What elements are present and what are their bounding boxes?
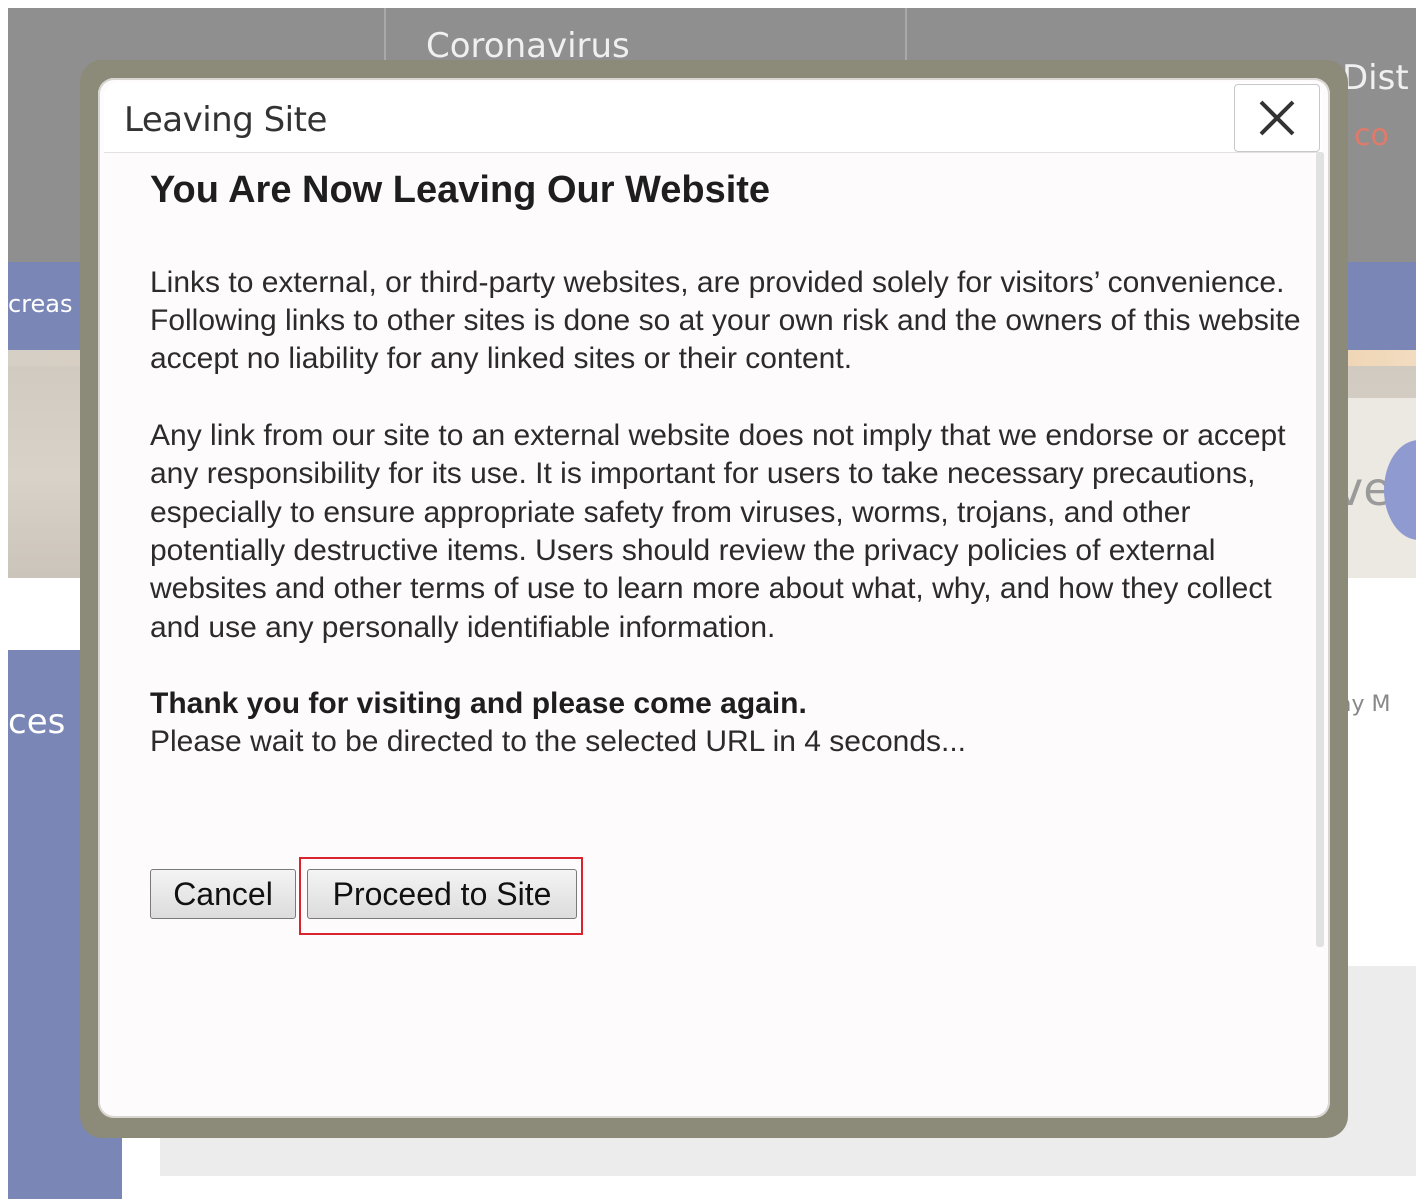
disclaimer-paragraph-1: Links to external, or third-party websit… — [150, 265, 1301, 376]
highlight-box — [299, 857, 583, 935]
cancel-button[interactable]: Cancel — [150, 869, 296, 919]
close-icon — [1259, 100, 1295, 136]
redirect-notice: Please wait to be directed to the select… — [150, 725, 967, 759]
dialog-body: You Are Now Leaving Our Website Links to… — [150, 168, 1310, 761]
announcement-text: creas — [8, 290, 73, 318]
dialog-heading: You Are Now Leaving Our Website — [150, 169, 771, 211]
dialog-scrollbar[interactable] — [1316, 152, 1324, 947]
sidebar-title: ces — [8, 702, 66, 742]
nav-item-partial[interactable]: Dist — [1342, 58, 1409, 98]
nav-item-sublabel: co — [1354, 118, 1389, 153]
close-button[interactable] — [1234, 84, 1320, 152]
disclaimer-paragraph-2: Any link from our site to an external we… — [150, 418, 1286, 644]
thank-you-message: Thank you for visiting and please come a… — [150, 687, 807, 721]
dialog-title: Leaving Site — [124, 100, 327, 140]
